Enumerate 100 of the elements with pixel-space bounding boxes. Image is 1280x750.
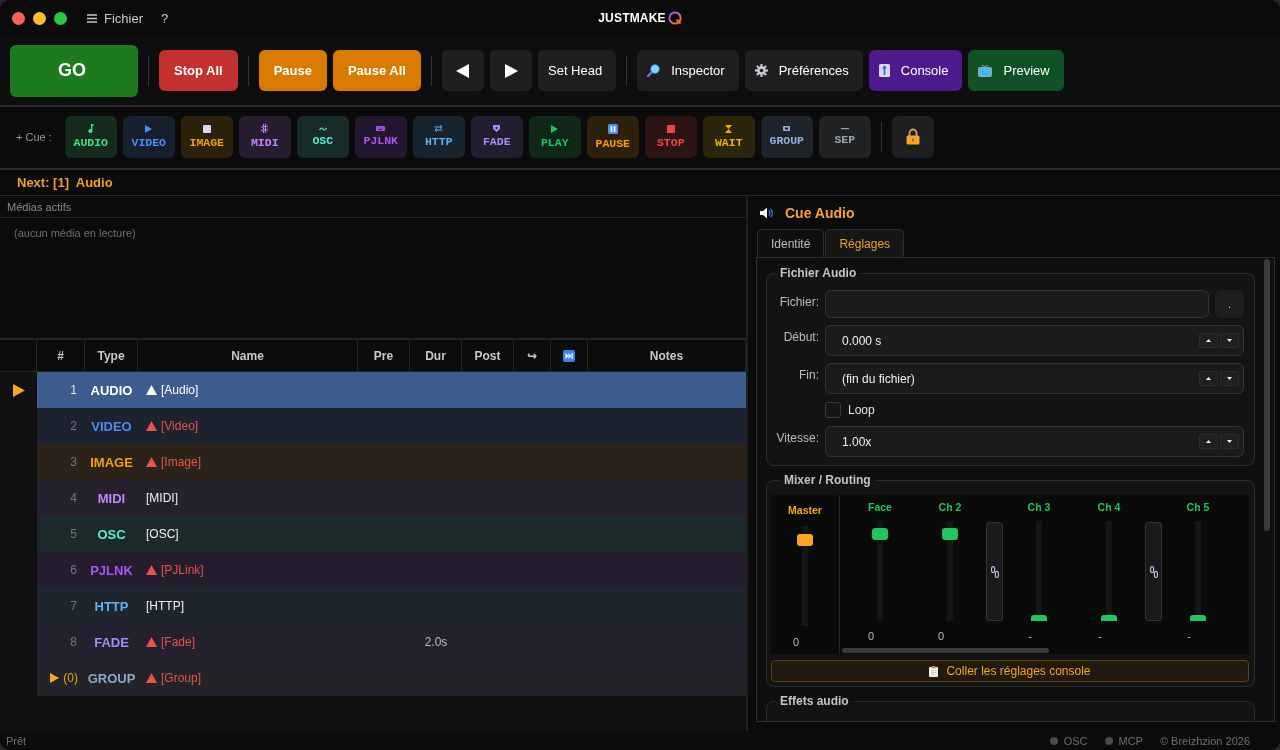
column-header[interactable]: Post bbox=[462, 340, 514, 371]
spin-down-button[interactable] bbox=[1220, 371, 1239, 386]
cue-name: [PJLink] bbox=[161, 563, 204, 577]
browse-button[interactable]: . bbox=[1215, 290, 1244, 318]
cue-number: 1 bbox=[69, 382, 78, 399]
cue-row[interactable]: 8 FADE [Fade] 2.0s bbox=[37, 624, 746, 660]
pause-icon bbox=[607, 123, 618, 134]
toolbar-button[interactable]: Stop All bbox=[159, 50, 238, 91]
paste-settings-button[interactable]: Coller les réglages console bbox=[771, 660, 1249, 682]
cue-row[interactable]: 3 IMAGE [Image] bbox=[37, 444, 746, 480]
sharp-icon bbox=[261, 124, 269, 133]
speaker-icon bbox=[760, 206, 773, 219]
spin-up-button[interactable] bbox=[1199, 434, 1218, 449]
column-header[interactable]: Type bbox=[85, 340, 138, 371]
spin-field[interactable]: 1.00x bbox=[825, 426, 1244, 457]
duration-value: 2.0s bbox=[423, 634, 449, 651]
cue-type-button[interactable]: HTTP bbox=[412, 115, 465, 158]
cue-name: [Audio] bbox=[161, 383, 199, 397]
scrollbar-thumb[interactable] bbox=[842, 648, 1049, 653]
link-button[interactable] bbox=[1145, 522, 1162, 621]
channel-label: Ch 2 bbox=[938, 500, 962, 514]
toolbar-button[interactable]: GO bbox=[10, 44, 138, 97]
column-header[interactable]: Name bbox=[138, 340, 358, 371]
settings-icon bbox=[754, 64, 768, 77]
clipboard-icon bbox=[929, 665, 939, 677]
cue-type-button[interactable]: GROUP bbox=[760, 115, 813, 158]
loop-checkbox[interactable] bbox=[825, 402, 841, 418]
channel-reading: - bbox=[1028, 629, 1033, 643]
channel-label: Master bbox=[788, 503, 822, 517]
fader-thumb[interactable] bbox=[872, 527, 888, 540]
scrollbar-thumb[interactable] bbox=[1264, 259, 1270, 531]
next-button[interactable] bbox=[490, 50, 532, 91]
inspector-title: Cue Audio bbox=[785, 204, 855, 221]
column-header[interactable]: ↪ bbox=[514, 340, 551, 371]
add-cue-label: + Cue : bbox=[16, 130, 52, 143]
cue-type: AUDIO bbox=[89, 381, 134, 400]
shield-icon bbox=[493, 125, 501, 132]
logo-ring-icon bbox=[667, 11, 682, 25]
cue-row[interactable]: 4 MIDI [MIDI] bbox=[37, 480, 746, 516]
cue-type-button[interactable]: PLAY bbox=[528, 115, 581, 158]
cue-row[interactable]: 6 PJLNK [PJLink] bbox=[37, 552, 746, 588]
cue-row[interactable]: (0) GROUP [Group] bbox=[37, 660, 746, 696]
spin-up-button[interactable] bbox=[1199, 333, 1218, 348]
toolbar-button[interactable]: Inspector bbox=[637, 50, 739, 91]
toolbar-button[interactable]: Set Head bbox=[538, 50, 617, 91]
cue-type-button[interactable]: FADE bbox=[470, 115, 523, 158]
previous-button[interactable] bbox=[442, 50, 484, 91]
cue-type-button[interactable]: VIDEO bbox=[122, 115, 175, 158]
cue-row[interactable]: 5 OSC [OSC] bbox=[37, 516, 746, 552]
cue-type-button[interactable]: PAUSE bbox=[586, 115, 639, 158]
channel-label: Ch 4 bbox=[1097, 500, 1121, 514]
maximize-button[interactable] bbox=[54, 11, 67, 25]
spin-down-button[interactable] bbox=[1220, 333, 1239, 348]
toolbar-button[interactable]: Préférences bbox=[744, 50, 863, 91]
cue-type-button[interactable]: AUDIO bbox=[64, 115, 117, 158]
channel-label: Face bbox=[868, 500, 892, 514]
cue-row[interactable]: 7 HTTP [HTTP] bbox=[37, 588, 746, 624]
spin-field[interactable]: (fin du fichier) bbox=[825, 363, 1244, 394]
cue-type-button[interactable]: IMAGE bbox=[180, 115, 233, 158]
cue-type: IMAGE bbox=[89, 453, 134, 472]
cue-row[interactable]: 2 VIDEO [Video] bbox=[37, 408, 746, 444]
cue-type-button[interactable]: SEP bbox=[818, 115, 871, 158]
menu-item[interactable]: ? bbox=[157, 8, 173, 28]
cue-type-button[interactable]: OSC bbox=[296, 115, 349, 158]
caret-down-icon bbox=[1227, 339, 1232, 342]
keyboard-icon bbox=[376, 126, 386, 131]
section-title: Effets audio bbox=[779, 694, 850, 708]
column-header[interactable]: Dur bbox=[410, 340, 462, 371]
fader-thumb[interactable] bbox=[797, 533, 813, 546]
cue-type: GROUP bbox=[86, 669, 137, 688]
cue-type: OSC bbox=[96, 525, 127, 544]
close-button[interactable] bbox=[12, 11, 25, 25]
minimize-button[interactable] bbox=[33, 11, 46, 25]
toolbar-button[interactable]: Console bbox=[868, 50, 963, 91]
cue-row[interactable]: 1 AUDIO [Audio] bbox=[37, 372, 746, 408]
dash-icon bbox=[840, 127, 849, 130]
cue-type: FADE bbox=[93, 633, 130, 652]
cue-type-button[interactable]: MIDI bbox=[238, 115, 291, 158]
tile-icon bbox=[783, 126, 791, 131]
cue-name: [HTTP] bbox=[146, 599, 184, 613]
cue-type-button[interactable]: PJLNK bbox=[354, 115, 407, 158]
column-header[interactable]: # bbox=[37, 340, 85, 371]
tab[interactable]: Réglages bbox=[825, 229, 905, 257]
menu-item[interactable]: Fichier bbox=[100, 8, 147, 28]
spin-up-button[interactable] bbox=[1199, 371, 1218, 386]
channel-reading: - bbox=[1187, 629, 1192, 643]
fader-thumb[interactable] bbox=[942, 527, 958, 540]
lock-button[interactable] bbox=[891, 115, 934, 158]
column-header[interactable]: Pre bbox=[358, 340, 410, 371]
tab[interactable]: Identité bbox=[757, 229, 825, 257]
spin-down-button[interactable] bbox=[1220, 434, 1239, 449]
channel-reading: 0 bbox=[867, 629, 876, 643]
cue-type-button[interactable]: WAIT bbox=[702, 115, 755, 158]
spin-field[interactable]: 0.000 s bbox=[825, 325, 1244, 356]
link-button[interactable] bbox=[986, 522, 1003, 621]
toolbar-button[interactable]: Preview bbox=[968, 50, 1064, 91]
cue-type-button[interactable]: STOP bbox=[644, 115, 697, 158]
channel-reading: 0 bbox=[792, 635, 801, 649]
file-field[interactable] bbox=[825, 290, 1209, 318]
caret-up-icon bbox=[1206, 377, 1211, 380]
